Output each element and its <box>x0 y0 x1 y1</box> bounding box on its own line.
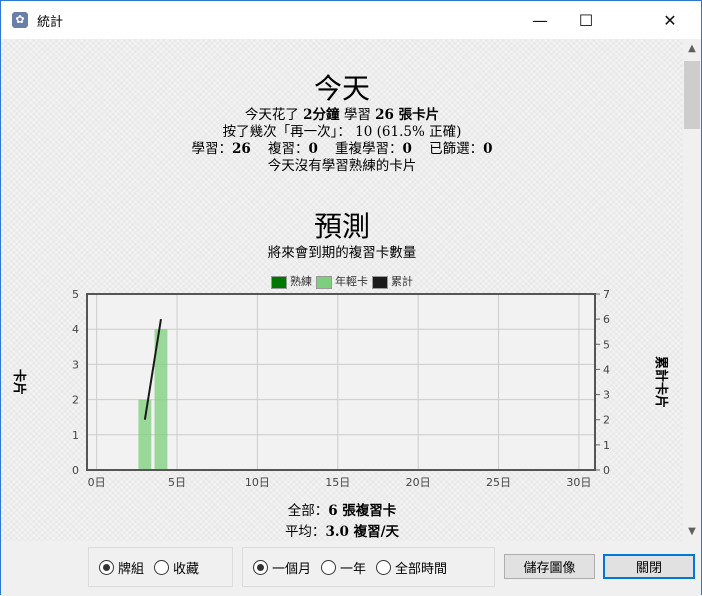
app-icon: ✿ <box>12 12 28 28</box>
radio-deck[interactable]: 牌組 <box>99 558 144 577</box>
label: 全部： <box>287 503 329 519</box>
x-tick-label: 30日 <box>566 476 591 489</box>
close-button[interactable]: 關閉 <box>603 554 695 579</box>
y-tick-label: 5 <box>72 288 79 301</box>
y2-tick-label: 3 <box>603 389 610 402</box>
label: 平均： <box>284 524 326 540</box>
x-tick-label: 10日 <box>245 476 270 489</box>
y2-tick-label: 2 <box>603 414 610 427</box>
y2-tick-label: 0 <box>603 464 610 477</box>
y2-tick-label: 6 <box>603 313 610 326</box>
x-tick-label: 20日 <box>406 476 431 489</box>
maximize-button[interactable]: ☐ <box>563 1 609 39</box>
x-tick-label: 25日 <box>486 476 511 489</box>
radio-label: 全部時間 <box>395 561 448 577</box>
forecast-chart: 0 1 2 3 4 5 0日 5日 10日 15日 20日 25日 30日 0 1 2 3 4 5 6 7 卡片 累計卡片 <box>11 288 669 489</box>
radio-label: 牌組 <box>118 561 145 577</box>
radio-all-time[interactable]: 全部時間 <box>376 558 447 577</box>
radio-checked-icon[interactable] <box>253 559 268 575</box>
vertical-scrollbar[interactable]: ▲ ▼ <box>683 39 701 541</box>
radio-month[interactable]: 一個月 <box>253 558 311 577</box>
average-value: 3.0 複習/天 <box>325 524 400 540</box>
period-group: 一個月 一年 全部時間 <box>242 547 495 587</box>
y2-axis-label: 累計卡片 <box>653 356 669 408</box>
forecast-average: 平均：3.0 複習/天 <box>1 524 683 541</box>
y2-tick-label: 1 <box>603 439 610 452</box>
radio-label: 一年 <box>340 561 367 577</box>
y-tick-label: 2 <box>72 394 79 407</box>
minimize-button[interactable]: — <box>517 1 563 39</box>
radio-unchecked-icon[interactable] <box>154 559 170 575</box>
y-tick-label: 4 <box>72 323 79 336</box>
y2-tick-label: 7 <box>603 288 610 301</box>
y-tick-label: 3 <box>72 358 79 371</box>
window-title: 統計 <box>37 14 64 30</box>
forecast-total: 全部：6 張複習卡 <box>1 503 683 520</box>
x-tick-label: 5日 <box>168 476 186 489</box>
scroll-up-icon[interactable]: ▲ <box>683 43 701 54</box>
title-bar: ✿ 統計 — ☐ ✕ <box>1 1 701 39</box>
scope-group: 牌組 收藏 <box>88 547 233 587</box>
radio-checked-icon[interactable] <box>99 559 114 575</box>
radio-label: 一個月 <box>272 561 312 577</box>
scroll-thumb[interactable] <box>684 61 700 129</box>
radio-collection[interactable]: 收藏 <box>154 558 199 577</box>
y2-tick-label: 5 <box>603 338 610 351</box>
scroll-down-icon[interactable]: ▼ <box>683 526 701 537</box>
total-value: 6 張複習卡 <box>328 503 397 519</box>
stats-content: 今天 今天花了 2分鐘 學習 26 張卡片 按了幾次「再一次」： 10 (61.… <box>1 39 683 541</box>
radio-label: 收藏 <box>173 561 200 577</box>
close-window-button[interactable]: ✕ <box>609 1 701 39</box>
radio-unchecked-icon[interactable] <box>321 559 337 575</box>
save-image-button[interactable]: 儲存圖像 <box>504 554 595 579</box>
x-tick-label: 15日 <box>325 476 350 489</box>
y2-tick-label: 4 <box>603 363 610 376</box>
y-tick-label: 0 <box>72 464 79 477</box>
bar-young <box>138 399 152 470</box>
y-tick-label: 1 <box>72 429 79 442</box>
radio-year[interactable]: 一年 <box>321 558 366 577</box>
y-axis-label: 卡片 <box>11 369 27 395</box>
radio-unchecked-icon[interactable] <box>376 559 392 575</box>
x-tick-label: 0日 <box>88 476 106 489</box>
bottom-panel: 牌組 收藏 一個月 一年 全部時間 儲存圖像 關閉 <box>1 541 701 596</box>
